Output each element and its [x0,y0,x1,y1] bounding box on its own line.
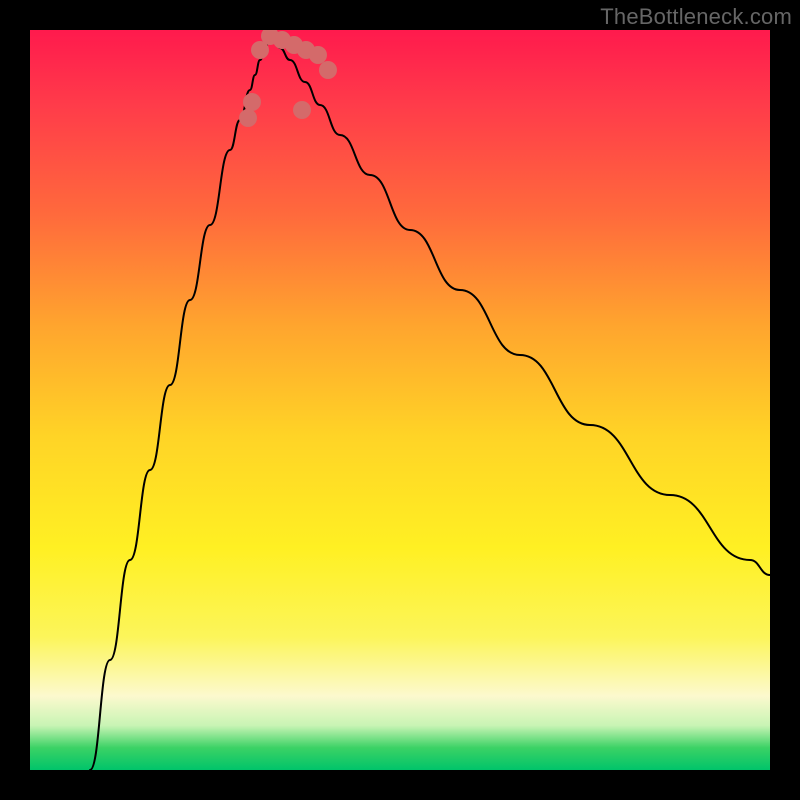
curve-left [90,35,270,770]
marker-point [239,109,257,127]
plot-svg [30,30,770,770]
curve-right [270,35,770,575]
watermark-text: TheBottleneck.com [600,4,792,30]
chart-stage: TheBottleneck.com [0,0,800,800]
marker-point [243,93,261,111]
marker-point [319,61,337,79]
marker-point [309,46,327,64]
plot-area [30,30,770,770]
marker-point [293,101,311,119]
